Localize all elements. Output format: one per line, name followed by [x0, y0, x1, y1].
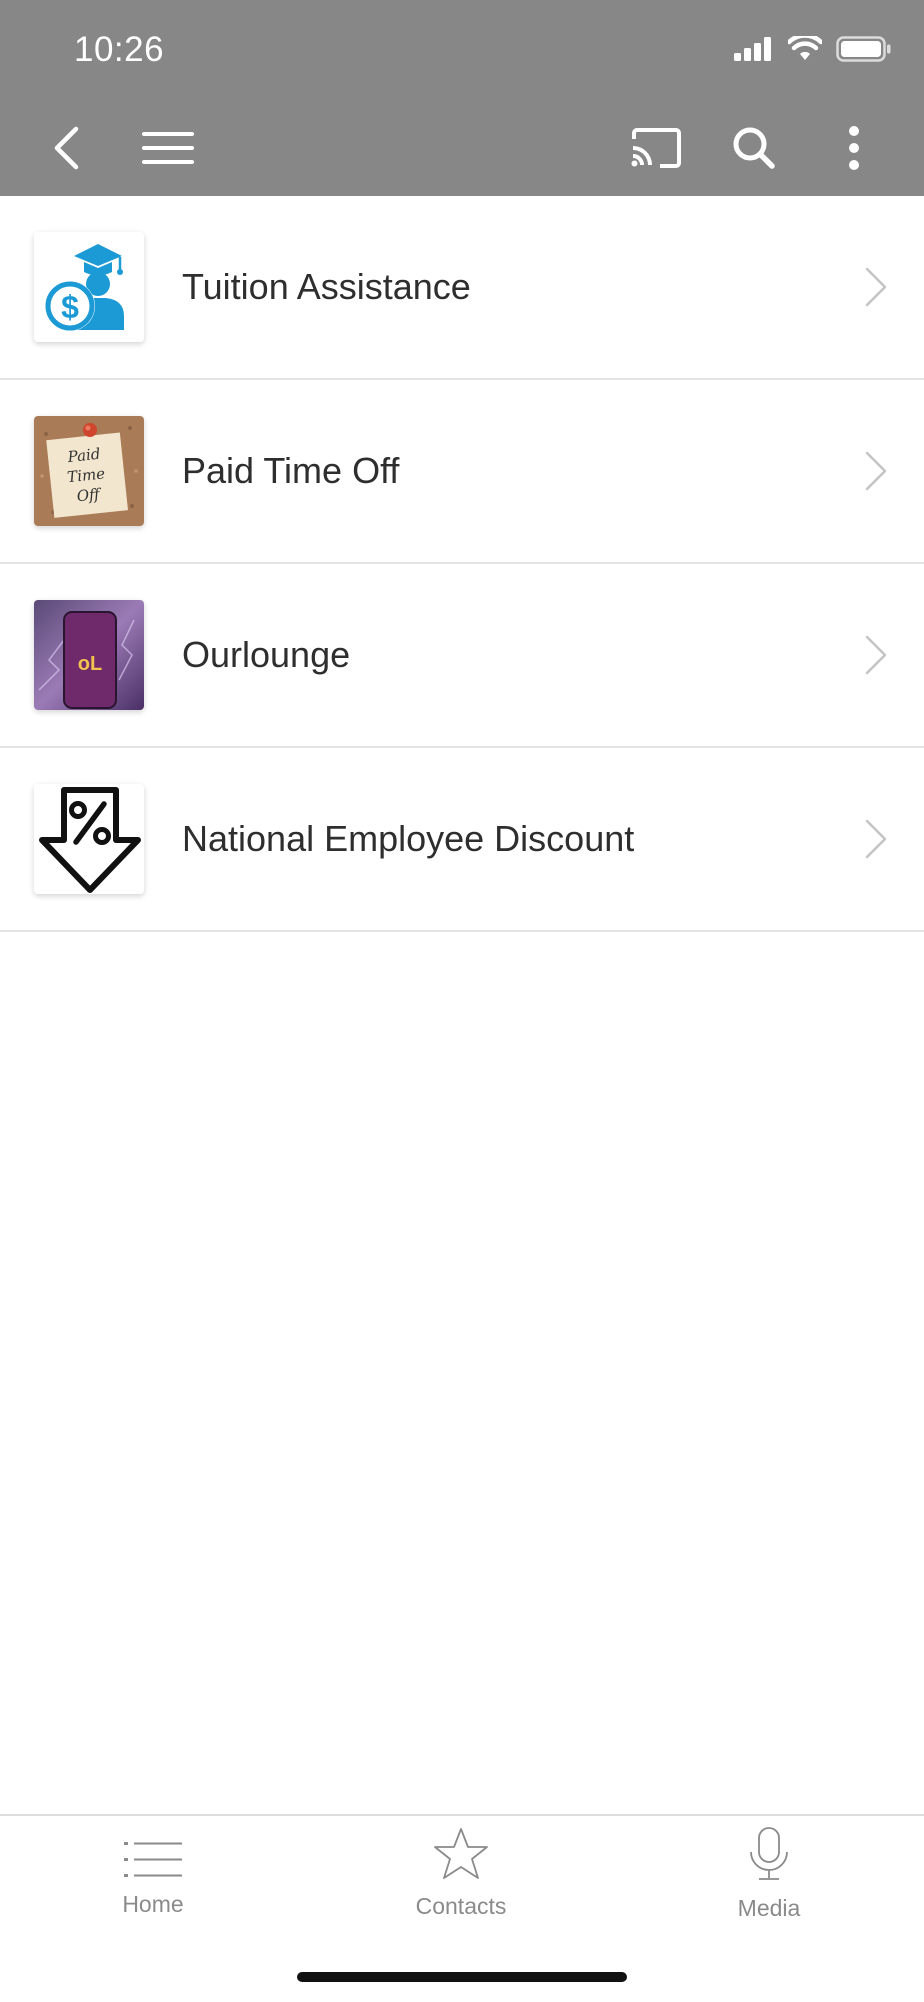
wifi-icon	[788, 36, 822, 60]
back-icon	[54, 126, 79, 170]
tab-media-label: Media	[737, 1895, 801, 1921]
search-button[interactable]	[724, 118, 784, 178]
signal-icon	[734, 37, 771, 61]
more-button[interactable]	[830, 118, 878, 178]
chevron-right-icon	[865, 635, 887, 675]
tab-contacts-label: Contacts	[415, 1893, 507, 1919]
tab-media[interactable]: Media	[669, 1826, 869, 1946]
tab-home[interactable]: Home	[53, 1826, 253, 1946]
more-vertical-icon	[849, 126, 859, 170]
percent-arrow-icon	[34, 784, 144, 894]
ourlounge-logo-text: oL	[78, 653, 102, 675]
list-item-paid-time-off[interactable]: Paid Time Off Paid Time Off	[0, 380, 924, 564]
menu-button[interactable]	[136, 118, 200, 178]
app-header: 10:26	[0, 0, 924, 196]
list-item-label: National Employee Discount	[182, 818, 635, 859]
svg-text:$: $	[61, 289, 79, 325]
chevron-right-icon	[865, 451, 887, 491]
chevron-right-icon	[865, 819, 887, 859]
graduate-dollar-icon: $	[34, 232, 144, 342]
tab-home-label: Home	[122, 1891, 184, 1917]
cast-icon	[631, 128, 681, 168]
battery-icon	[836, 36, 891, 62]
ourlounge-app-image: oL	[34, 600, 144, 710]
back-button[interactable]	[42, 118, 90, 178]
list-item-label: Paid Time Off	[182, 450, 400, 491]
search-icon	[733, 127, 775, 169]
star-icon	[434, 1828, 488, 1879]
menu-icon	[142, 132, 194, 164]
list-icon	[124, 1842, 182, 1877]
cast-button[interactable]	[624, 118, 688, 178]
list-item-ourlounge[interactable]: oL Ourlounge	[0, 564, 924, 748]
status-icons	[734, 36, 892, 62]
benefits-list: $ Tuition Assistance Paid Time Off Paid …	[0, 196, 924, 932]
note-line-3: Off	[76, 485, 103, 506]
list-item-label: Tuition Assistance	[182, 266, 471, 307]
microphone-icon	[750, 1827, 788, 1880]
note-line-1: Paid	[66, 445, 101, 466]
tab-contacts[interactable]: Contacts	[361, 1826, 561, 1946]
sticky-note-image: Paid Time Off	[34, 416, 144, 526]
list-item-national-employee-discount[interactable]: National Employee Discount	[0, 748, 924, 932]
list-item-label: Ourlounge	[182, 634, 351, 675]
list-item-tuition-assistance[interactable]: $ Tuition Assistance	[0, 196, 924, 380]
chevron-right-icon	[865, 267, 887, 307]
status-time: 10:26	[74, 30, 165, 69]
home-indicator	[297, 1972, 627, 1982]
